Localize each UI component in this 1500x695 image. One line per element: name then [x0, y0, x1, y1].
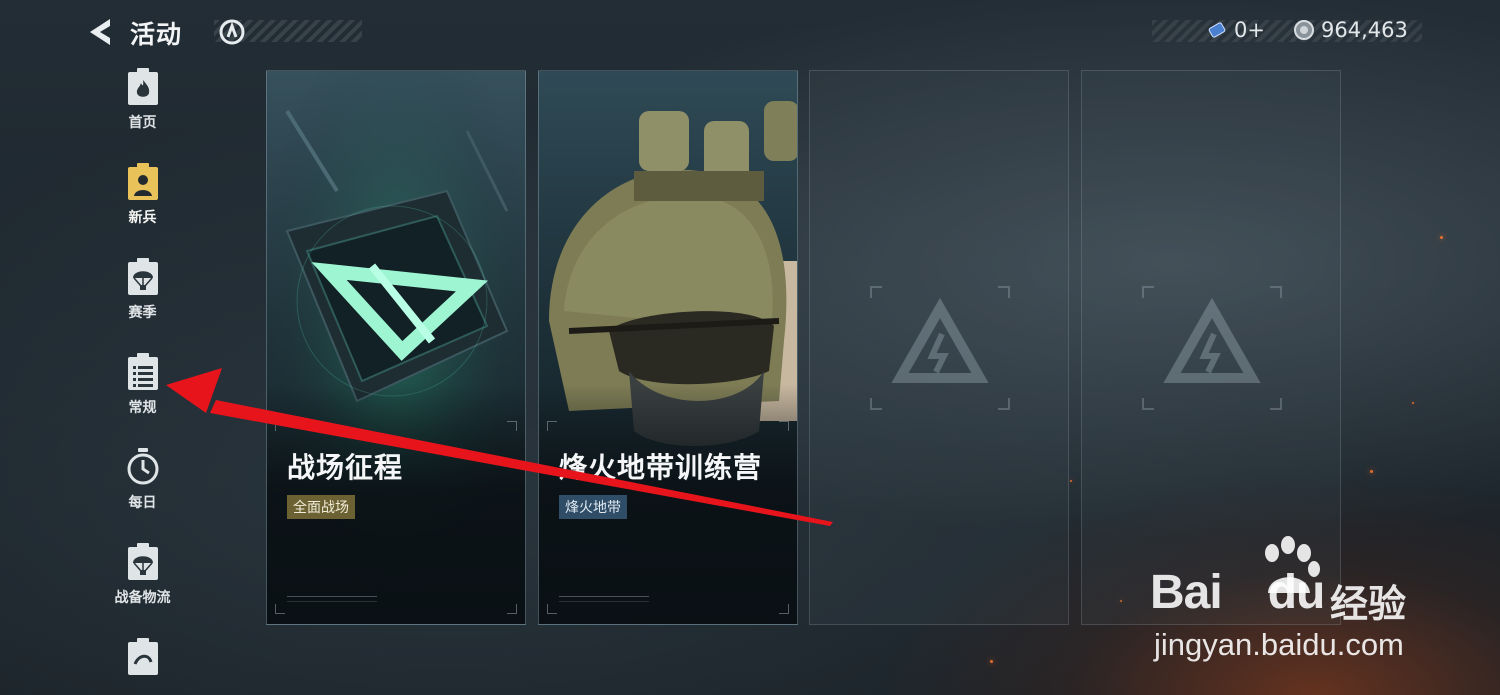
logistics-parachute-icon: [127, 543, 158, 580]
sidebar-item-label: 新兵: [128, 210, 157, 226]
frame-corner: [275, 604, 285, 614]
regular-list-icon: [127, 353, 158, 390]
ember: [1070, 480, 1072, 482]
daily-clock-icon: [127, 448, 158, 485]
frame-corner: [779, 421, 789, 431]
watermark-url: jingyan.baidu.com: [1154, 627, 1404, 662]
watermark-brand-start: Bai: [1150, 566, 1223, 619]
card-tag: 全面战场: [287, 495, 355, 519]
activity-card-hazard-zone-training[interactable]: 烽火地带训练营 烽火地带: [538, 70, 798, 625]
coin-count: 964,463: [1321, 18, 1408, 42]
coin-icon: [1294, 20, 1314, 40]
sidebar-item-logistics[interactable]: 战备物流: [95, 543, 190, 629]
ember: [1440, 236, 1443, 239]
more-icon: [127, 638, 158, 675]
ticket-icon: [1208, 22, 1226, 38]
empty-activity-slot: [809, 70, 1069, 625]
sidebar-item-home[interactable]: 首页: [95, 68, 190, 154]
sidebar-item-label: 常规: [128, 400, 157, 416]
placeholder-frame: [1142, 286, 1282, 410]
ember: [1370, 470, 1373, 473]
sidebar-item-season[interactable]: 赛季: [95, 258, 190, 344]
sidebar-item-label: 每日: [128, 495, 157, 511]
placeholder-frame: [870, 286, 1010, 410]
card-title: 战场征程: [287, 451, 404, 484]
sidebar-item-more[interactable]: [95, 638, 190, 678]
frame-corner: [779, 604, 789, 614]
watermark-cn: 经验: [1330, 582, 1407, 626]
frame-corner: [275, 421, 285, 431]
card-tag: 烽火地带: [559, 495, 627, 519]
game-logo-icon: [216, 18, 248, 46]
sidebar-item-label: 首页: [128, 115, 157, 131]
season-parachute-icon: [127, 258, 158, 295]
back-arrow-icon: [90, 19, 110, 45]
activity-card-battlefield-journey[interactable]: 战场征程 全面战场: [266, 70, 526, 625]
sidebar-item-daily[interactable]: 每日: [95, 448, 190, 534]
back-button[interactable]: [86, 16, 116, 48]
ember: [1412, 402, 1414, 404]
ticket-counter[interactable]: 0+: [1206, 18, 1265, 42]
sidebar-item-recruit[interactable]: 新兵: [95, 163, 190, 249]
frame-corner: [547, 421, 557, 431]
card-title: 烽火地带训练营: [559, 451, 763, 484]
game-emblem-icon: [891, 297, 989, 383]
frame-corner: [507, 604, 517, 614]
baidu-watermark: Baidu 经验 jingyan.baidu.com: [1150, 535, 1490, 675]
page-title: 活动: [130, 20, 183, 49]
game-emblem-icon: [1163, 297, 1261, 383]
ticket-count: 0+: [1234, 18, 1265, 42]
coin-counter[interactable]: 964,463: [1293, 18, 1408, 42]
card-decor-lines: [287, 596, 377, 602]
recruit-icon: [127, 163, 158, 200]
top-bar: 活动 0+ 964,463: [0, 0, 1500, 64]
frame-corner: [507, 421, 517, 431]
sidebar-item-label: 赛季: [128, 305, 157, 321]
frame-corner: [547, 604, 557, 614]
card-decor-lines: [559, 596, 649, 602]
sidebar-item-regular[interactable]: 常规: [95, 353, 190, 439]
ember: [990, 660, 993, 663]
home-flame-icon: [127, 68, 158, 105]
sidebar-item-label: 战备物流: [114, 590, 171, 606]
paw-logo-icon: [1265, 536, 1320, 593]
